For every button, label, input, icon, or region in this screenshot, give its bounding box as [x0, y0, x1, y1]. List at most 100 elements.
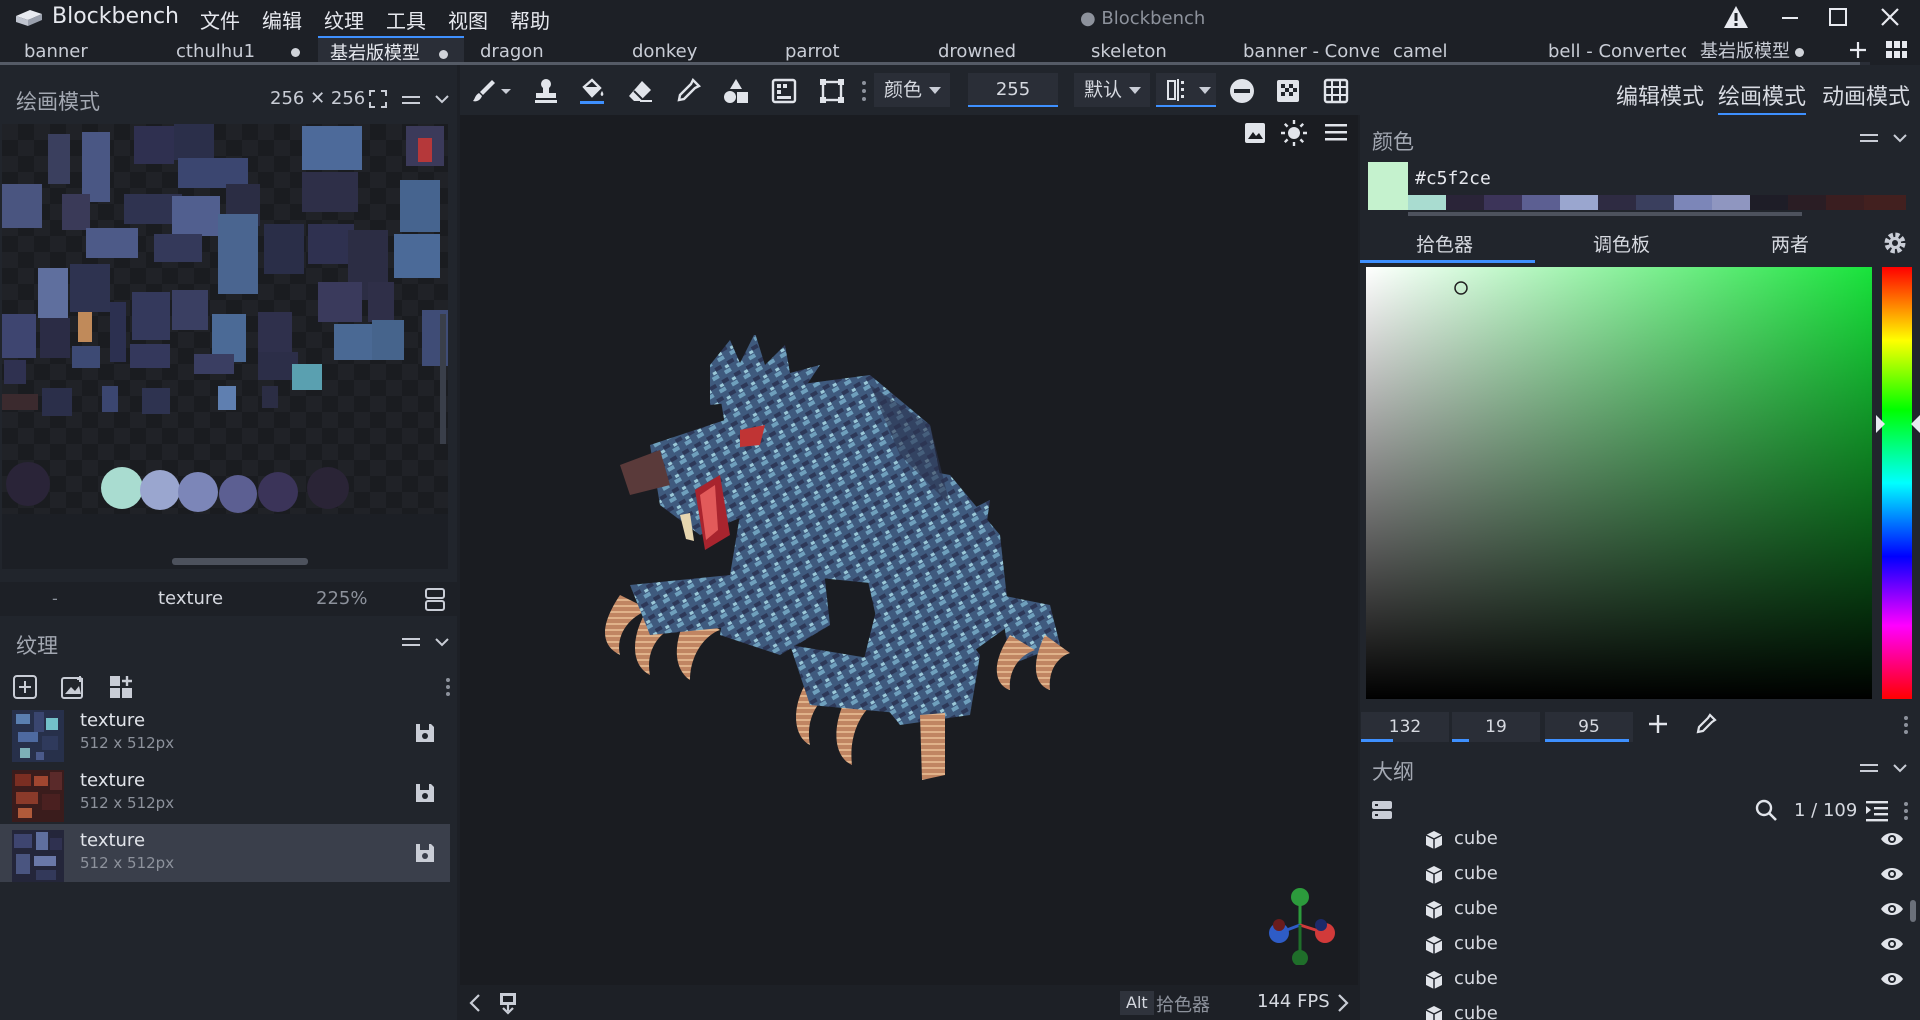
eyedropper-icon[interactable]: [1694, 712, 1718, 736]
chevron-right-icon[interactable]: [1336, 993, 1350, 1013]
tab-skeleton[interactable]: skeleton: [1079, 36, 1229, 64]
screenshot-download-icon[interactable]: [496, 991, 520, 1015]
tab-bedrock-model[interactable]: 基岩版模型: [318, 36, 464, 64]
fill-bucket-tool-icon[interactable]: [578, 77, 606, 105]
viewport-menu-icon[interactable]: [1324, 121, 1348, 143]
new-tab-plus-icon[interactable]: [1846, 38, 1870, 62]
add-to-palette-icon[interactable]: [1647, 713, 1669, 735]
textures-collapse-chevron-icon[interactable]: [434, 634, 450, 650]
pixel-grid-icon[interactable]: [1274, 77, 1302, 105]
color-more-icon[interactable]: [1902, 714, 1910, 736]
shape-tool-icon[interactable]: [722, 77, 750, 105]
color-collapse-chevron-icon[interactable]: [1892, 130, 1908, 146]
maximize-icon[interactable]: [1824, 4, 1860, 32]
outliner-collapse-chevron-icon[interactable]: [1892, 760, 1908, 776]
save-texture-icon[interactable]: [414, 722, 436, 744]
textures-more-icon[interactable]: [444, 676, 452, 698]
outliner-item[interactable]: cube: [1360, 857, 1920, 892]
outliner-more-icon[interactable]: [1902, 800, 1910, 822]
warning-icon[interactable]: [1722, 4, 1758, 32]
outliner-menu-icon[interactable]: [1858, 758, 1880, 778]
tab-banner-converted[interactable]: banner - Conver: [1231, 36, 1379, 64]
outliner-item[interactable]: cube: [1360, 892, 1920, 927]
add-texture-icon[interactable]: [12, 674, 38, 700]
outliner-toggle-options-icon[interactable]: [1370, 798, 1394, 822]
visibility-eye-icon[interactable]: [1880, 900, 1904, 918]
menu-edit[interactable]: 编辑: [262, 5, 302, 34]
outliner-item[interactable]: cube: [1360, 962, 1920, 997]
tab-parrot[interactable]: parrot: [773, 36, 923, 64]
brush-tool-icon[interactable]: [470, 77, 498, 105]
lighting-sun-icon[interactable]: [1280, 119, 1308, 147]
uv-texture-canvas[interactable]: [2, 124, 448, 514]
menu-texture[interactable]: 纹理: [324, 5, 364, 34]
texture-list-item[interactable]: texture 512 x 512px: [0, 764, 450, 822]
3d-viewport[interactable]: [460, 115, 1358, 985]
tab-bell-converted[interactable]: bell - Converted: [1536, 36, 1686, 64]
saturation-input[interactable]: 19: [1452, 712, 1540, 742]
stamp-tool-icon[interactable]: [532, 77, 560, 105]
tab-overview-grid-icon[interactable]: [1884, 39, 1908, 61]
color-picker-tool-icon[interactable]: [674, 77, 702, 105]
texture-list-item-selected[interactable]: texture 512 x 512px: [0, 824, 450, 882]
tab-dragon[interactable]: dragon: [468, 36, 618, 64]
recent-colors-strip[interactable]: [1408, 195, 1906, 210]
outliner-item[interactable]: cube: [1360, 927, 1920, 962]
chevron-left-icon[interactable]: [468, 993, 482, 1013]
color-mode-select[interactable]: 颜色: [874, 73, 950, 107]
visibility-eye-icon[interactable]: [1880, 865, 1904, 883]
menu-tools[interactable]: 工具: [386, 5, 426, 34]
visibility-eye-icon[interactable]: [1880, 970, 1904, 988]
fullscreen-icon[interactable]: [368, 89, 388, 109]
animate-mode-button[interactable]: 动画模式: [1822, 79, 1910, 111]
blend-mode-select[interactable]: 默认: [1074, 73, 1150, 107]
outliner-item[interactable]: cube: [1360, 822, 1920, 857]
value-input[interactable]: 95: [1545, 712, 1633, 742]
tab-donkey[interactable]: donkey: [620, 36, 770, 64]
current-color-swatch[interactable]: [1368, 162, 1408, 210]
selection-tool-icon[interactable]: [818, 77, 846, 105]
tab-color-picker[interactable]: 拾色器: [1416, 230, 1473, 257]
hue-input[interactable]: 132: [1361, 712, 1449, 742]
color-panel-menu-icon[interactable]: [1858, 128, 1880, 148]
eraser-tool-icon[interactable]: [626, 77, 654, 105]
tab-camel[interactable]: camel: [1381, 36, 1531, 64]
menu-help[interactable]: 帮助: [510, 5, 550, 34]
picker-cursor[interactable]: [1453, 280, 1469, 296]
visibility-eye-icon[interactable]: [1880, 830, 1904, 848]
paint-mode-button[interactable]: 绘画模式: [1718, 79, 1807, 115]
background-image-icon[interactable]: [1242, 120, 1268, 146]
tab-both[interactable]: 两者: [1771, 230, 1809, 257]
tab-palette[interactable]: 调色板: [1593, 230, 1650, 257]
uv-layout-toggle-icon[interactable]: [424, 586, 446, 612]
minimize-icon[interactable]: [1776, 4, 1812, 32]
texture-list-item[interactable]: texture 512 x 512px: [0, 704, 450, 762]
opacity-input[interactable]: 255: [968, 73, 1058, 107]
mirror-painting-toggle[interactable]: [1156, 73, 1216, 107]
save-texture-icon[interactable]: [414, 782, 436, 804]
panel-menu-icon[interactable]: [400, 90, 422, 110]
lock-alpha-icon[interactable]: [1228, 77, 1256, 105]
collapse-chevron-icon[interactable]: [434, 91, 450, 107]
werewolf-3d-model[interactable]: [590, 335, 1190, 815]
outliner-scrollbar[interactable]: [1910, 900, 1916, 922]
outliner-indent-icon[interactable]: [1864, 798, 1890, 822]
import-texture-icon[interactable]: [60, 674, 86, 700]
outliner-search-icon[interactable]: [1754, 798, 1778, 822]
tab-drowned[interactable]: drowned: [926, 36, 1076, 64]
brush-dropdown-icon[interactable]: [498, 77, 514, 105]
axis-gizmo[interactable]: [1265, 885, 1345, 965]
visibility-eye-icon[interactable]: [1880, 935, 1904, 953]
save-texture-icon[interactable]: [414, 842, 436, 864]
texture-group-icon[interactable]: [108, 674, 134, 700]
hue-slider[interactable]: [1882, 267, 1912, 699]
tab-banner[interactable]: banner: [12, 36, 162, 64]
color-hex-value[interactable]: #c5f2ce: [1415, 168, 1491, 189]
outliner-item[interactable]: cube: [1360, 997, 1920, 1020]
edit-mode-button[interactable]: 编辑模式: [1616, 79, 1704, 111]
color-settings-gear-icon[interactable]: [1882, 230, 1908, 256]
uv-grid-icon[interactable]: [1322, 77, 1350, 105]
tab-bedrock-model-2[interactable]: 基岩版模型: [1688, 36, 1820, 64]
menu-view[interactable]: 视图: [448, 5, 488, 34]
saturation-value-picker[interactable]: [1366, 267, 1872, 699]
